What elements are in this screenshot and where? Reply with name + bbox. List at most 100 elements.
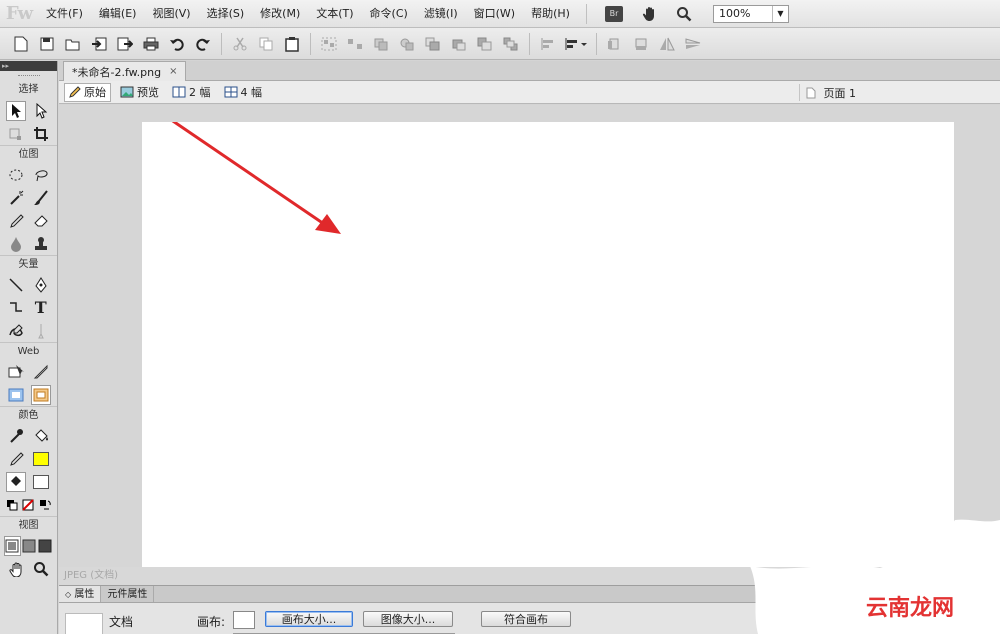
import-icon[interactable]: [86, 31, 112, 57]
no-color-icon[interactable]: [20, 495, 36, 515]
new-document-icon[interactable]: [8, 31, 34, 57]
view-2up-button[interactable]: 2 幅: [168, 83, 215, 102]
pencil-icon: [69, 86, 81, 98]
pencil-tool-icon[interactable]: [6, 211, 26, 231]
export-icon[interactable]: [112, 31, 138, 57]
hand-tool-icon[interactable]: [639, 3, 661, 25]
collapse-panel-icon[interactable]: ▸▸: [0, 61, 57, 71]
watermark-logo: 云南龙网: [866, 590, 954, 622]
fit-canvas-button[interactable]: 符合画布: [481, 611, 571, 627]
subselect-tool-icon[interactable]: [31, 101, 51, 121]
scale-tool-icon[interactable]: [6, 124, 26, 144]
bring-front-icon[interactable]: [420, 31, 446, 57]
tab-symbol-properties[interactable]: 元件属性: [101, 586, 155, 602]
document-canvas[interactable]: [142, 122, 954, 567]
page-label: 页面 1: [823, 86, 857, 100]
rectangle-tool-icon[interactable]: [6, 298, 26, 318]
zoom-tool-icon[interactable]: [31, 559, 51, 579]
canvas-size-button[interactable]: 画布大小...: [265, 611, 353, 627]
menu-file[interactable]: 文件(F): [38, 0, 91, 28]
standard-screen-mode-icon[interactable]: [4, 535, 21, 556]
save-icon[interactable]: [34, 31, 60, 57]
hotspot-tool-icon[interactable]: [6, 362, 26, 382]
menubar: Fw 文件(F) 编辑(E) 视图(V) 选择(S) 修改(M) 文本(T) 命…: [0, 0, 1000, 28]
magic-wand-tool-icon[interactable]: [6, 188, 26, 208]
flip-horizontal-icon[interactable]: [654, 31, 680, 57]
toolbar-divider: [529, 32, 530, 55]
page-selector[interactable]: 页面 1: [798, 84, 857, 101]
line-tool-icon[interactable]: [6, 275, 26, 295]
paint-bucket-tool-icon[interactable]: [31, 426, 51, 446]
zoom-select[interactable]: 100% ▼: [712, 4, 789, 23]
panel-grip[interactable]: [0, 71, 57, 81]
text-tool-icon[interactable]: T: [31, 298, 51, 318]
pointer-tool-icon[interactable]: [6, 100, 27, 121]
menu-edit[interactable]: 编辑(E): [91, 0, 145, 28]
slice-tool-icon[interactable]: [31, 362, 51, 382]
freeform-tool-icon[interactable]: [6, 321, 26, 341]
eyedropper-tool-icon[interactable]: [6, 426, 26, 446]
fill-color-swatch[interactable]: [31, 449, 51, 469]
full-screen-mode-icon[interactable]: [37, 536, 53, 556]
menu-window[interactable]: 窗口(W): [466, 0, 523, 28]
send-back-icon[interactable]: [498, 31, 524, 57]
hand-tool-icon[interactable]: [6, 559, 26, 579]
close-icon[interactable]: ×: [169, 66, 177, 77]
join-icon[interactable]: [368, 31, 394, 57]
split-icon[interactable]: [394, 31, 420, 57]
view-original-button[interactable]: 原始: [64, 82, 111, 102]
group-icon[interactable]: [316, 31, 342, 57]
menu-filters[interactable]: 滤镜(I): [416, 0, 466, 28]
fill-bucket-icon[interactable]: [6, 471, 27, 492]
align-left-icon[interactable]: [535, 31, 561, 57]
open-icon[interactable]: [60, 31, 86, 57]
menu-select[interactable]: 选择(S): [199, 0, 253, 28]
maximized-screen-mode-icon[interactable]: [21, 536, 37, 556]
stroke-color-swatch[interactable]: [31, 472, 51, 492]
ungroup-icon[interactable]: [342, 31, 368, 57]
blur-tool-icon[interactable]: [6, 234, 26, 254]
stroke-color-icon[interactable]: [6, 449, 26, 469]
image-size-button[interactable]: 图像大小...: [363, 611, 453, 627]
zoom-tool-icon[interactable]: [673, 3, 695, 25]
print-icon[interactable]: [138, 31, 164, 57]
default-colors-icon[interactable]: [4, 495, 20, 515]
undo-icon[interactable]: [164, 31, 190, 57]
rubber-stamp-tool-icon[interactable]: [31, 234, 51, 254]
flip-vertical-icon[interactable]: [680, 31, 706, 57]
view-4up-button[interactable]: 4 幅: [220, 83, 267, 102]
menu-help[interactable]: 帮助(H): [523, 0, 578, 28]
rotate-right-icon[interactable]: [628, 31, 654, 57]
eraser-tool-icon[interactable]: [31, 211, 51, 231]
bridge-button[interactable]: Br: [604, 5, 623, 22]
document-tabs: *未命名-2.fw.png ×: [59, 61, 1000, 81]
rotate-left-icon[interactable]: [602, 31, 628, 57]
document-tab[interactable]: *未命名-2.fw.png ×: [63, 61, 187, 81]
menu-view[interactable]: 视图(V): [144, 0, 198, 28]
menu-commands[interactable]: 命令(C): [362, 0, 416, 28]
cut-icon[interactable]: [227, 31, 253, 57]
canvas-color-swatch[interactable]: [233, 611, 255, 629]
app-logo: Fw: [5, 3, 33, 24]
align-menu-icon[interactable]: [561, 31, 591, 57]
view-preview-button[interactable]: 预览: [116, 83, 163, 102]
marquee-tool-icon[interactable]: [6, 165, 26, 185]
lasso-tool-icon[interactable]: [31, 165, 51, 185]
show-slices-icon[interactable]: [30, 384, 51, 405]
brush-tool-icon[interactable]: [31, 188, 51, 208]
menu-text[interactable]: 文本(T): [308, 0, 361, 28]
watermark-text: 云南龙网: [866, 596, 955, 621]
crop-tool-icon[interactable]: [31, 124, 51, 144]
pen-tool-icon[interactable]: [31, 275, 51, 295]
menu-modify[interactable]: 修改(M): [252, 0, 308, 28]
swap-colors-icon[interactable]: [37, 495, 53, 515]
send-backward-icon[interactable]: [472, 31, 498, 57]
copy-icon[interactable]: [253, 31, 279, 57]
chevron-down-icon: ◇: [65, 590, 72, 599]
hide-slices-icon[interactable]: [6, 385, 26, 405]
bring-forward-icon[interactable]: [446, 31, 472, 57]
knife-tool-icon[interactable]: [31, 321, 51, 341]
redo-icon[interactable]: [190, 31, 216, 57]
tab-properties[interactable]: ◇ 属性: [59, 586, 102, 602]
paste-icon[interactable]: [279, 31, 305, 57]
